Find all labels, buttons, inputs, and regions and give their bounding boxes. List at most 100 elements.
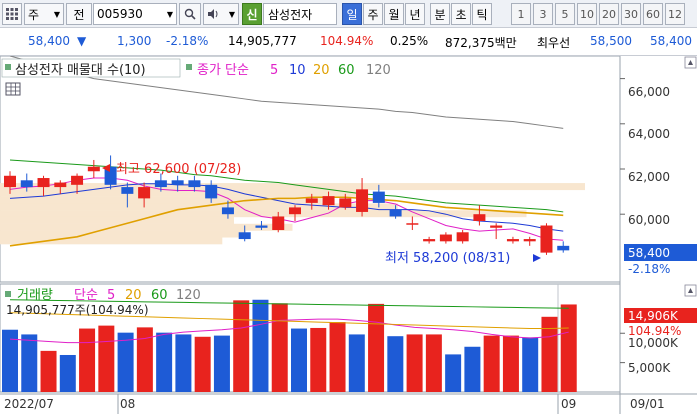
vol-ma20-legend: 20 — [125, 288, 142, 303]
volume-profile-bar — [0, 223, 293, 231]
volume-bar — [502, 335, 519, 392]
ma60-legend: 60 — [338, 63, 355, 78]
candle-body — [356, 189, 369, 212]
high-annotation: 최고 62,600 (07/28) — [116, 162, 241, 177]
interval-button-label: 20 — [602, 7, 616, 21]
interval-button-1[interactable]: 3 — [533, 3, 553, 25]
candle-body — [506, 239, 519, 242]
candle-body — [221, 207, 234, 215]
chevron-down-icon: ▼ — [228, 9, 235, 19]
price-axis-label-62000: 62,000 — [628, 170, 670, 184]
candle-body — [322, 196, 335, 206]
speaker-icon[interactable]: ▼ — [203, 3, 239, 25]
period-button-1[interactable]: 주 — [363, 3, 383, 25]
candle-body — [423, 239, 436, 242]
volume-bar — [233, 300, 250, 392]
volume-bar — [271, 303, 288, 392]
period-button-0[interactable]: 일 — [342, 3, 362, 25]
period-button-4[interactable]: 분 — [430, 3, 450, 25]
candle-body — [339, 198, 352, 208]
volume-profile-bar — [0, 210, 527, 218]
change-down-icon: ▼ — [77, 34, 87, 48]
interval-button-7[interactable]: 12 — [665, 3, 685, 25]
candle-body — [456, 232, 469, 242]
interval-button-label: 10 — [580, 7, 594, 21]
candle-body — [20, 180, 33, 188]
price-axis-label-64000: 64,000 — [628, 127, 670, 141]
current-pct-tag: -2.18% — [628, 262, 670, 276]
candle-body — [71, 175, 84, 185]
volume-bar — [560, 304, 577, 392]
interval-button-3[interactable]: 10 — [577, 3, 597, 25]
ma10-legend: 10 — [289, 63, 306, 78]
candle-body — [205, 184, 218, 199]
stock-name: 삼성전자 — [263, 3, 337, 25]
candle-body — [305, 198, 318, 203]
credit-badge-label: 신 — [246, 7, 258, 22]
price-indicator-label: 종가 단순 — [197, 63, 249, 78]
toolbar: 주 ▼ 전 005930 ▼ ▼ 신 삼성전자 일주월년분초틱 1 3 5 10 20 3… — [0, 0, 697, 28]
volume-bar — [425, 334, 442, 392]
current-price-tag-text: 58,400 — [628, 246, 670, 260]
vol-ma60-legend: 60 — [151, 288, 168, 303]
volume-bar — [406, 334, 423, 392]
period-button-label: 주 — [367, 7, 379, 22]
interval-button-label: 12 — [668, 7, 682, 21]
volume-bar — [522, 337, 539, 392]
period-button-label: 분 — [434, 7, 446, 22]
candle-body — [54, 182, 67, 188]
volume-bar — [348, 334, 365, 392]
period-button-2[interactable]: 월 — [384, 3, 404, 25]
stock-code-value: 005930 — [97, 7, 143, 21]
date-axis-label-2022-07: 2022/07 — [4, 397, 54, 411]
collapse-handle-icon[interactable] — [5, 64, 11, 70]
volume-total: 14,905,777 — [228, 34, 297, 48]
interval-button-label: 3 — [539, 7, 547, 21]
volume-bar — [445, 354, 462, 392]
volume-bar — [21, 334, 38, 392]
grid-icon[interactable] — [2, 3, 22, 25]
interval-button-label: 60 — [646, 7, 660, 21]
indicator-handle-icon[interactable] — [186, 64, 192, 70]
volume-bar — [291, 328, 307, 392]
volume-profile-bar — [0, 216, 234, 224]
volume-indicator-label: 단순 — [74, 288, 98, 303]
volume-bar — [252, 299, 269, 392]
interval-button-0[interactable]: 1 — [511, 3, 531, 25]
stock-name-label: 삼성전자 — [268, 7, 313, 22]
period-button-3[interactable]: 년 — [405, 3, 425, 25]
vol-ma120-legend: 120 — [176, 288, 201, 303]
chart-svg[interactable]: 삼성전자 매물대 수(10) 종가 단순 5 10 20 60 120 최고 6… — [0, 55, 697, 414]
interval-button-label: 30 — [624, 7, 638, 21]
period-button-5[interactable]: 초 — [451, 3, 471, 25]
interval-button-5[interactable]: 30 — [621, 3, 641, 25]
candle-body — [540, 225, 553, 253]
chevron-down-icon: ▼ — [53, 9, 60, 19]
interval-button-6[interactable]: 60 — [643, 3, 663, 25]
search-icon[interactable] — [179, 3, 201, 25]
market-type-select[interactable]: 주 ▼ — [24, 3, 64, 25]
interval-button-4[interactable]: 20 — [599, 3, 619, 25]
volume-bar — [329, 322, 346, 392]
volume-panel-expand-icon[interactable] — [684, 284, 697, 297]
candle-body — [272, 216, 285, 231]
volume-bar — [213, 335, 230, 392]
period-button-6[interactable]: 틱 — [472, 3, 492, 25]
candle-body — [255, 225, 268, 228]
volume-panel-title: 거래량 — [17, 288, 53, 303]
volume-bar — [59, 354, 76, 392]
stock-code-input[interactable]: 005930 ▼ — [93, 3, 177, 25]
ma120-legend: 120 — [366, 63, 391, 78]
table-icon[interactable] — [5, 82, 21, 96]
search-button[interactable]: 전 — [66, 3, 92, 25]
volume-bar — [40, 350, 57, 392]
candle-body — [87, 166, 100, 172]
chart-area[interactable]: 삼성전자 매물대 수(10) 종가 단순 5 10 20 60 120 최고 6… — [0, 55, 697, 414]
interval-button-label: 5 — [561, 7, 569, 21]
candle-body — [121, 187, 134, 194]
price-panel-expand-icon[interactable] — [684, 56, 697, 69]
interval-button-2[interactable]: 5 — [555, 3, 575, 25]
period-button-label: 초 — [455, 7, 467, 22]
volume-handle-icon[interactable] — [5, 291, 11, 297]
change-percent: -2.18% — [166, 34, 209, 48]
